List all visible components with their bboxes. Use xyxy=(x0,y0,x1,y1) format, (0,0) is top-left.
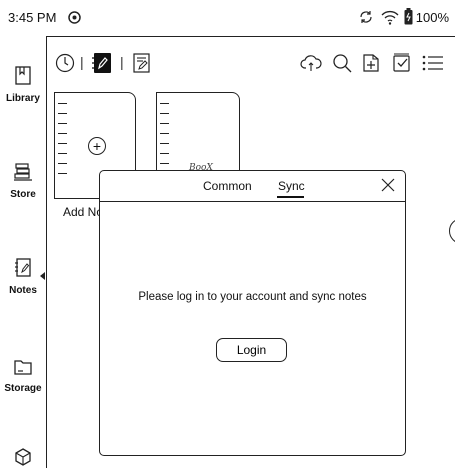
tab-sync-indicator xyxy=(277,196,304,198)
add-icon: + xyxy=(88,137,106,155)
search-icon[interactable] xyxy=(332,53,352,73)
login-prompt-message: Please log in to your account and sync n… xyxy=(138,291,367,303)
sidebar-item-library[interactable]: Library xyxy=(0,66,46,104)
clock: 3:45 PM xyxy=(8,10,57,25)
active-indicator-icon xyxy=(40,272,45,280)
wifi-icon xyxy=(380,9,400,25)
battery-icon xyxy=(404,8,413,25)
dialog-header: Common Sync xyxy=(100,171,405,202)
add-notebook-label: Add No xyxy=(63,205,104,219)
sidebar: Library Store Notes Storage xyxy=(0,36,47,468)
note-list-icon[interactable] xyxy=(132,53,152,73)
battery-percentage: 100% xyxy=(415,10,449,25)
apps-icon xyxy=(14,448,32,466)
sync-icon xyxy=(358,9,374,25)
storage-icon xyxy=(13,358,33,376)
sync-status-icon xyxy=(68,11,81,24)
sidebar-item-storage[interactable]: Storage xyxy=(0,358,46,394)
sidebar-item-label: Storage xyxy=(4,383,42,394)
view-options-icon[interactable] xyxy=(422,54,444,72)
sidebar-item-label: Notes xyxy=(9,285,37,296)
multi-select-icon[interactable] xyxy=(392,53,412,73)
close-icon[interactable] xyxy=(380,177,396,193)
library-icon xyxy=(14,66,32,86)
store-icon xyxy=(13,162,33,182)
sidebar-item-label: Library xyxy=(6,93,40,104)
page-edge-button[interactable] xyxy=(449,218,455,244)
tab-common[interactable]: Common xyxy=(203,179,252,193)
recent-icon[interactable] xyxy=(55,53,75,73)
notebook-icon[interactable] xyxy=(91,52,113,74)
notes-icon xyxy=(14,258,32,278)
notes-settings-dialog: Common Sync Please log in to your accoun… xyxy=(99,170,406,456)
binder-rings xyxy=(58,103,68,183)
login-button[interactable]: Login xyxy=(216,338,287,362)
tab-sync[interactable]: Sync xyxy=(278,179,305,193)
sidebar-item-label: Store xyxy=(10,189,36,200)
status-bar: 3:45 PM 100% xyxy=(0,0,455,37)
new-folder-icon[interactable] xyxy=(362,53,382,73)
cloud-sync-icon[interactable] xyxy=(300,54,322,72)
sidebar-item-store[interactable]: Store xyxy=(0,162,46,200)
toolbar-divider: | xyxy=(80,54,84,70)
toolbar-divider: | xyxy=(120,54,124,70)
toolbar: | | xyxy=(46,36,455,86)
